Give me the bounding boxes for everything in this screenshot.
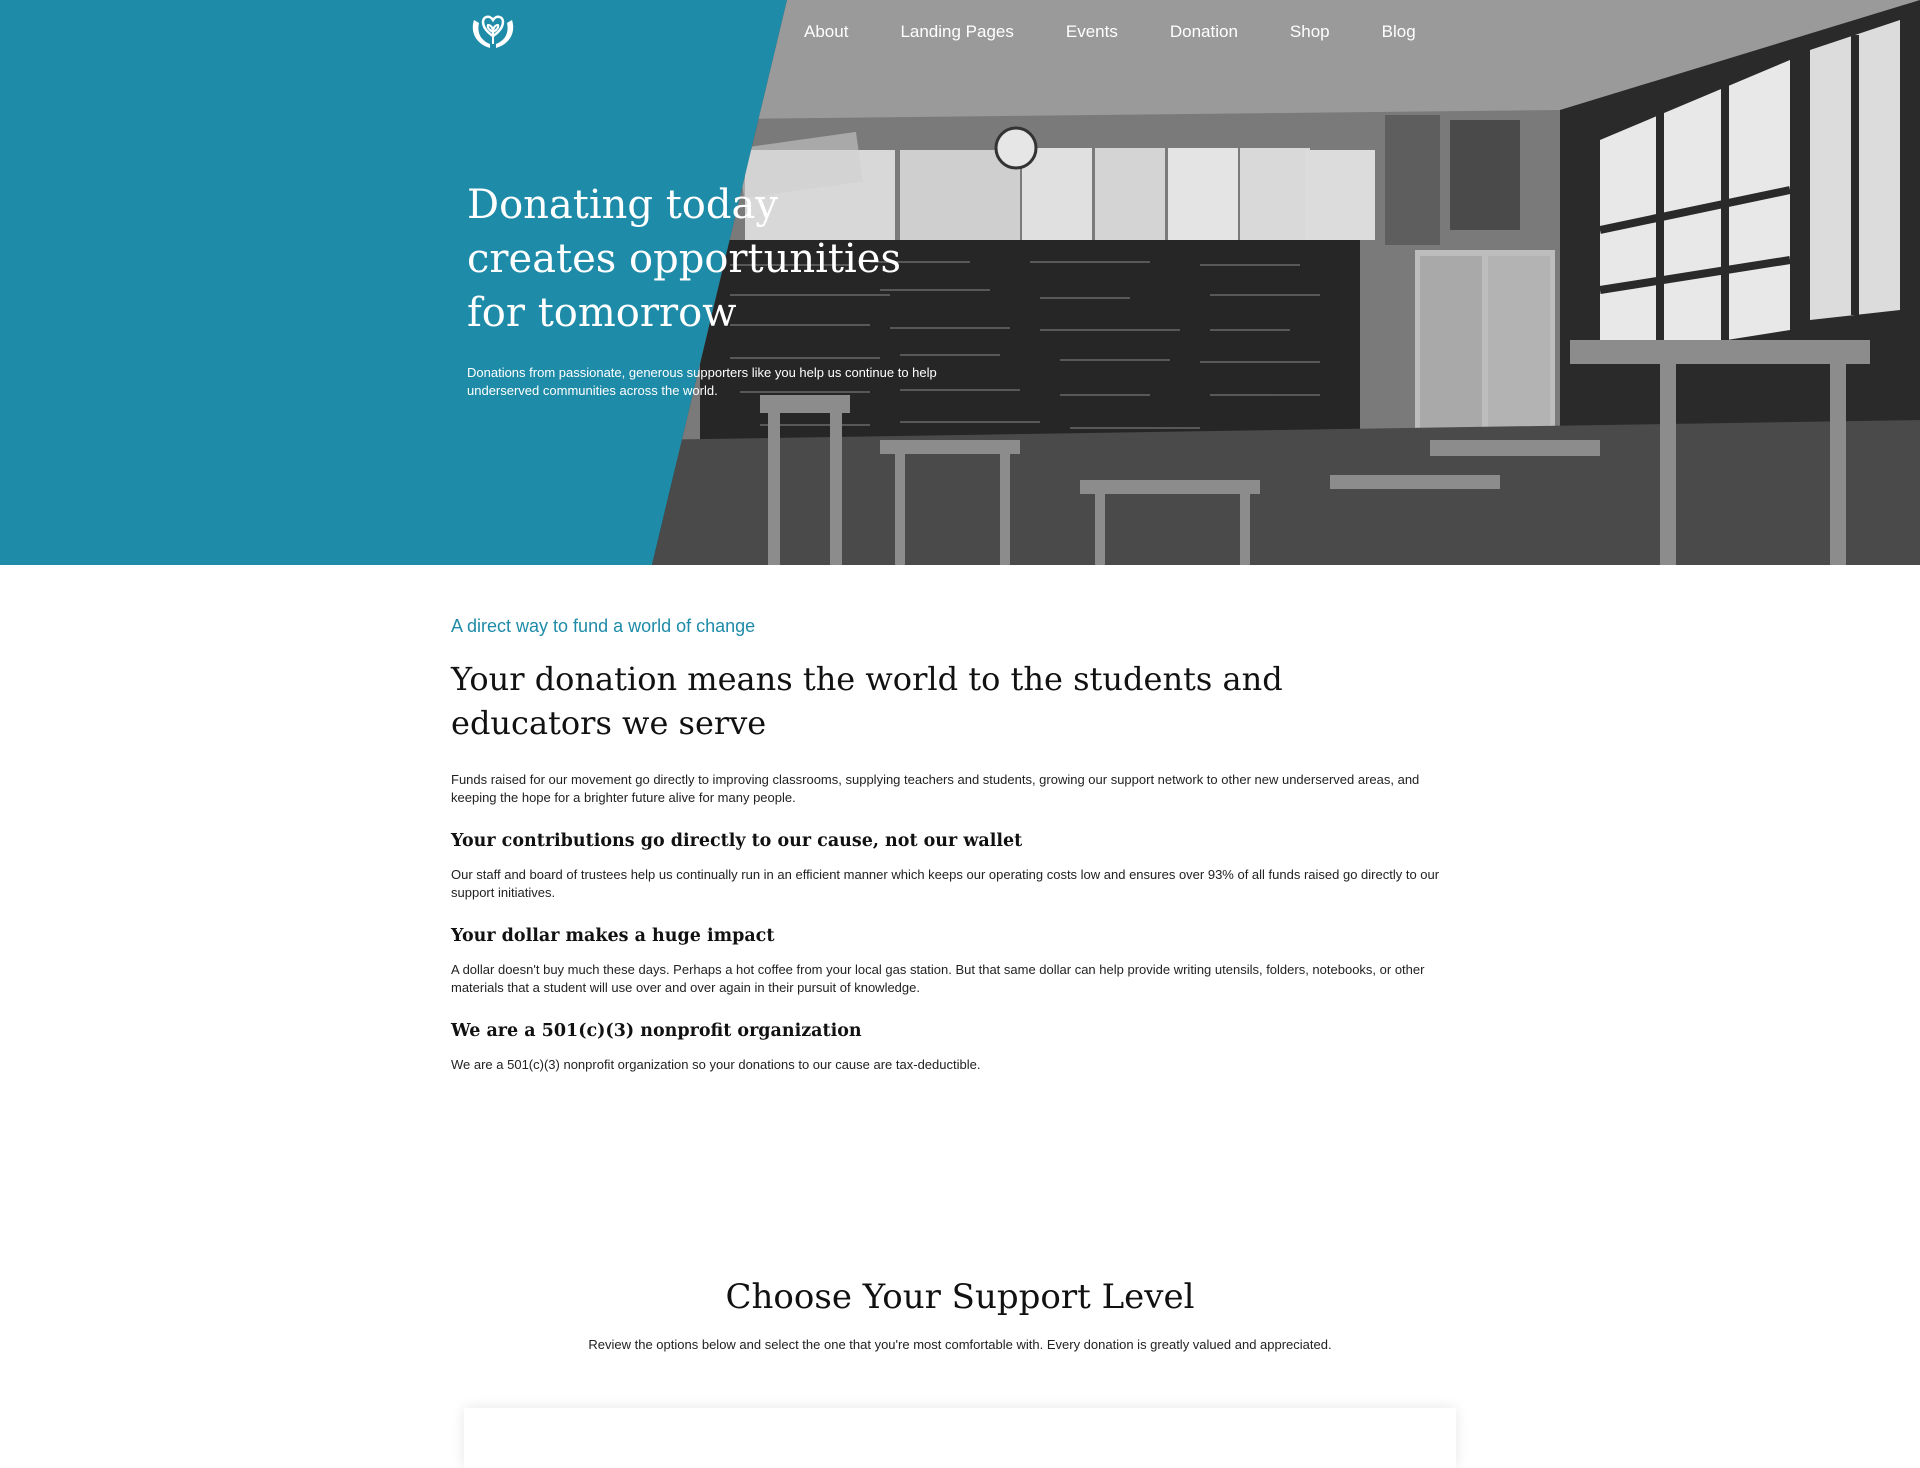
nonprofit-text: We are a 501(c)(3) nonprofit organizatio… xyxy=(451,1057,981,1072)
nonprofit-heading: We are a 501(c)(3) nonprofit organizatio… xyxy=(451,1021,862,1041)
support-level-title: Choose Your Support Level xyxy=(725,1277,1195,1317)
nav-menu: About Landing Pages Events Donation Shop… xyxy=(804,22,1468,42)
impact-text: A dollar doesn't buy much these days. Pe… xyxy=(451,962,1425,995)
contributions-heading: Your contributions go directly to our ca… xyxy=(451,831,1023,851)
nav-link-about[interactable]: About xyxy=(804,22,848,42)
hero-section: About Landing Pages Events Donation Shop… xyxy=(0,0,1920,565)
top-navigation: About Landing Pages Events Donation Shop… xyxy=(0,0,1920,66)
nav-link-shop[interactable]: Shop xyxy=(1290,22,1330,42)
hero-classroom-image xyxy=(652,0,1920,565)
section-eyebrow: A direct way to fund a world of change xyxy=(451,616,756,636)
donation-info-section: A direct way to fund a world of change Y… xyxy=(451,615,1461,1074)
heart-hands-plant-icon[interactable] xyxy=(470,14,516,52)
classroom-illustration xyxy=(652,0,1920,565)
support-options-card xyxy=(464,1408,1456,1468)
contributions-text: Our staff and board of trustees help us … xyxy=(451,867,1440,900)
nav-link-blog[interactable]: Blog xyxy=(1382,22,1416,42)
impact-heading: Your dollar makes a huge impact xyxy=(451,926,775,946)
support-level-subtitle: Review the options below and select the … xyxy=(588,1337,1332,1352)
intro-paragraph: Funds raised for our movement go directl… xyxy=(451,772,1420,805)
section-title: Your donation means the world to the stu… xyxy=(451,660,1283,742)
nav-link-landing-pages[interactable]: Landing Pages xyxy=(900,22,1013,42)
nav-link-events[interactable]: Events xyxy=(1066,22,1118,42)
hero-subtitle: Donations from passionate, generous supp… xyxy=(467,365,937,398)
hero-title: Donating today creates opportunities for… xyxy=(467,182,901,336)
nav-link-donation[interactable]: Donation xyxy=(1170,22,1238,42)
